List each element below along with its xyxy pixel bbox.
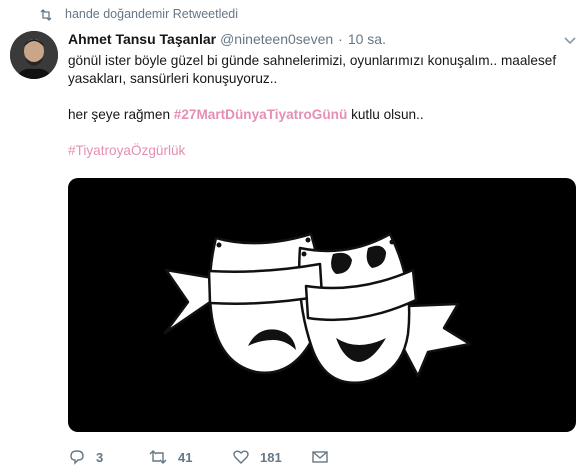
tweet-header: Ahmet Tansu Taşanlar @nineteen0seven · 1… [68, 31, 386, 49]
retweet-button[interactable]: 41 [148, 447, 192, 467]
theatre-masks-illustration [163, 232, 472, 385]
hashtag-link[interactable]: #27MartDünyaTiyatroGünü [174, 107, 348, 122]
like-count: 181 [260, 449, 282, 465]
tweet-timestamp[interactable]: 10 sa. [348, 31, 386, 47]
retweet-icon [149, 450, 167, 464]
line2-prefix: her şeye rağmen [68, 107, 174, 122]
tweet-text-line2: her şeye rağmen #27MartDünyaTiyatroGünü … [68, 106, 573, 124]
separator-dot: · [338, 31, 343, 47]
tweet-text: gönül ister böyle güzel bi günde sahnele… [68, 52, 573, 160]
tweet-media-image[interactable] [68, 178, 576, 432]
line2-suffix: kutlu olsun.. [347, 107, 424, 122]
heart-icon [233, 450, 249, 464]
direct-message-button[interactable] [311, 447, 329, 467]
chevron-down-icon[interactable] [563, 33, 577, 47]
retweet-count: 41 [178, 449, 193, 465]
hashtag-link[interactable]: #TiyatroyaÖzgürlük [68, 143, 185, 158]
tweet-actions: 3 41 181 [68, 447, 573, 467]
tweet-text-line3: #TiyatroyaÖzgürlük [68, 142, 573, 160]
reply-button[interactable]: 3 [68, 447, 103, 467]
avatar[interactable] [10, 31, 58, 79]
like-button[interactable]: 181 [232, 447, 282, 467]
author-name[interactable]: Ahmet Tansu Taşanlar [68, 31, 216, 47]
retweet-icon [40, 9, 52, 21]
reply-icon [70, 450, 84, 465]
envelope-icon [312, 451, 328, 463]
retweet-context-text[interactable]: hande doğandemir Retweetledi [65, 7, 238, 21]
reply-count: 3 [96, 449, 104, 465]
author-handle[interactable]: @nineteen0seven [220, 31, 333, 47]
tweet-text-line1: gönül ister böyle güzel bi günde sahnele… [68, 53, 557, 86]
